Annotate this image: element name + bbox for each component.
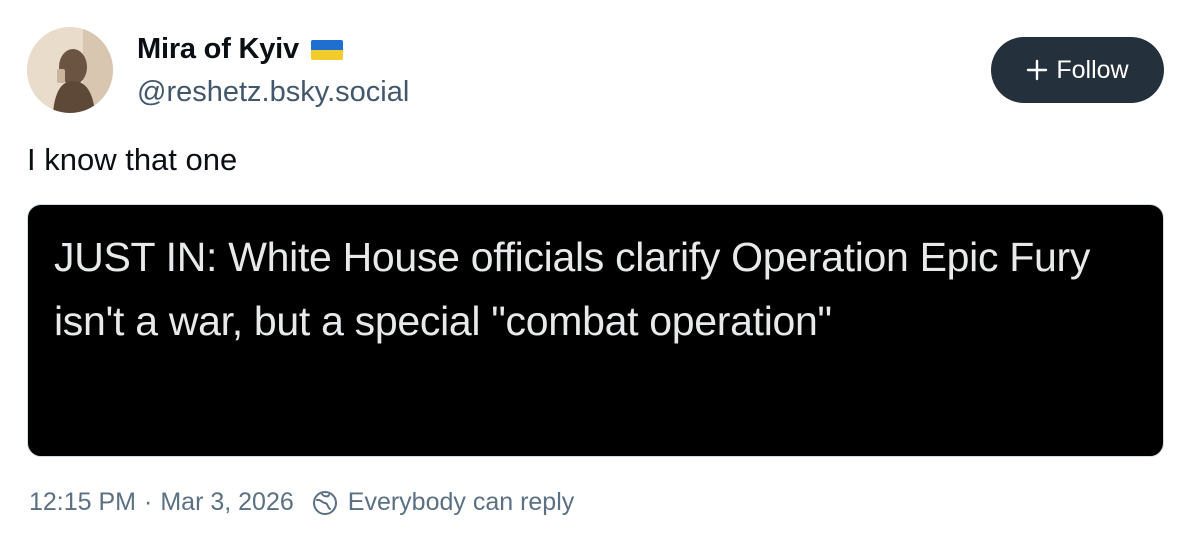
display-name[interactable]: Mira of Kyiv bbox=[137, 33, 343, 66]
post-meta: 12:15 PM · Mar 3, 2026 Everybody can rep… bbox=[29, 488, 574, 517]
post-date: Mar 3, 2026 bbox=[160, 488, 294, 516]
avatar-image bbox=[27, 27, 113, 113]
meta-separator: · bbox=[144, 488, 153, 516]
avatar[interactable] bbox=[27, 27, 113, 113]
post-text: I know that one bbox=[27, 142, 238, 177]
reply-setting[interactable]: Everybody can reply bbox=[348, 488, 575, 517]
globe-icon bbox=[312, 490, 338, 516]
post-time: 12:15 PM bbox=[29, 488, 137, 516]
embedded-image[interactable]: JUST IN: White House officials clarify O… bbox=[27, 204, 1164, 457]
author-handle[interactable]: @reshetz.bsky.social bbox=[137, 76, 409, 109]
ukraine-flag-icon bbox=[310, 39, 343, 60]
follow-button[interactable]: Follow bbox=[991, 37, 1164, 103]
follow-button-label: Follow bbox=[1056, 55, 1129, 84]
display-name-text: Mira of Kyiv bbox=[137, 33, 299, 65]
embedded-image-text: JUST IN: White House officials clarify O… bbox=[54, 234, 1091, 344]
post-card: Mira of Kyiv @reshetz.bsky.social Follow… bbox=[0, 0, 1190, 540]
plus-icon bbox=[1026, 59, 1048, 81]
